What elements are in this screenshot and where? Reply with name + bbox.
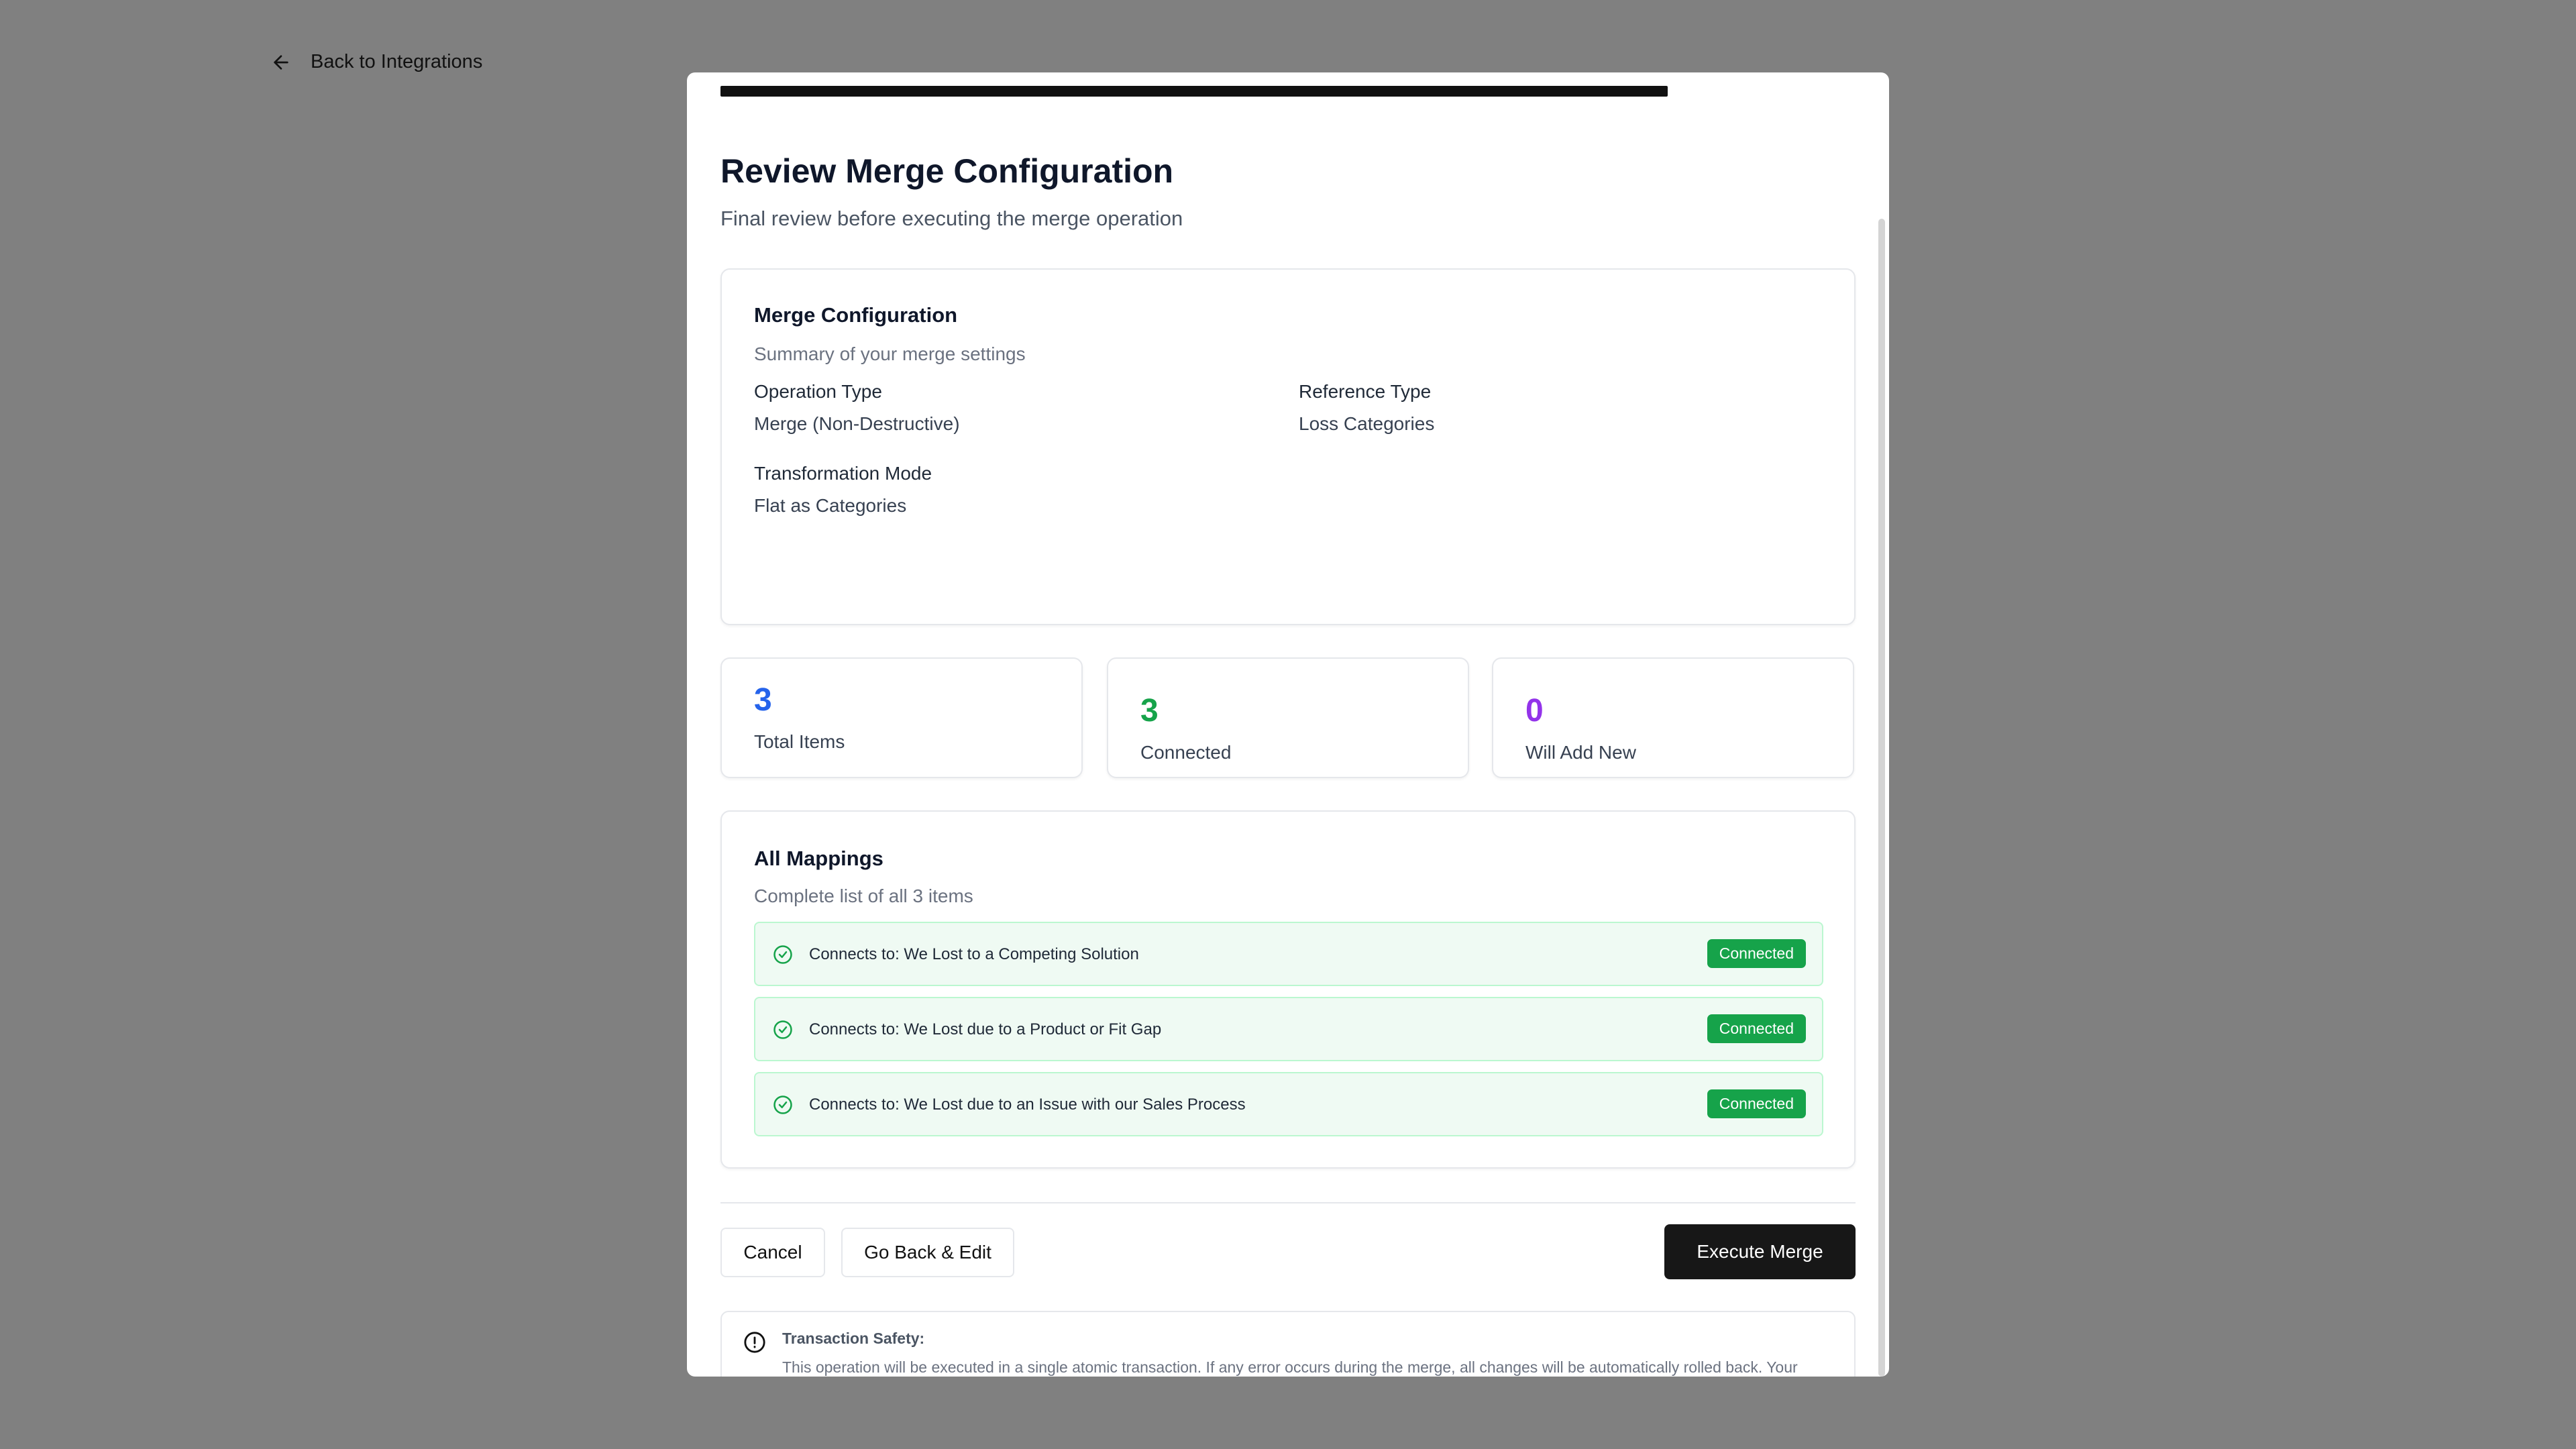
progress-fill [720,86,1668,97]
stat-value: 3 [1140,693,1159,729]
check-circle-icon [773,945,792,964]
stat-value: 0 [1525,693,1544,729]
reference-type-label: Reference Type [1299,381,1432,402]
mapping-row[interactable]: Connects to: We Lost due to a Product or… [754,997,1823,1061]
status-badge: Connected [1707,1014,1806,1043]
operation-type-label: Operation Type [754,381,882,402]
stat-will-add-new: 0 Will Add New [1492,657,1854,778]
stat-total-items: 3 Total Items [720,657,1083,778]
merge-review-modal: Review Merge Configuration Final review … [687,72,1889,1377]
mapping-text: Connects to: We Lost due to an Issue wit… [809,1095,1246,1114]
reference-type-value: Loss Categories [1299,413,1435,434]
merge-configuration-card: Merge Configuration Summary of your merg… [720,268,1856,625]
config-title: Merge Configuration [754,303,958,327]
page-subtitle: Final review before executing the merge … [720,207,1183,230]
stat-value: 3 [754,682,772,718]
execute-merge-button[interactable]: Execute Merge [1664,1224,1856,1279]
config-description: Summary of your merge settings [754,343,1026,364]
alert-circle-icon [744,1332,765,1353]
footer-divider [720,1202,1856,1203]
transformation-mode-label: Transformation Mode [754,463,932,484]
notice-body: This operation will be executed in a sin… [782,1358,1798,1376]
back-link-label: Back to Integrations [311,51,483,72]
back-to-integrations-link[interactable]: Back to Integrations [270,51,482,73]
page-title: Review Merge Configuration [720,152,1174,190]
stat-label: Connected [1140,742,1232,763]
mapping-row[interactable]: Connects to: We Lost due to an Issue wit… [754,1072,1823,1136]
transaction-safety-notice: Transaction Safety: This operation will … [720,1311,1856,1377]
check-circle-icon [773,1020,792,1039]
status-badge: Connected [1707,1089,1806,1118]
stat-connected: 3 Connected [1107,657,1469,778]
cancel-button[interactable]: Cancel [720,1228,825,1277]
progress-bar [720,86,1822,97]
check-circle-icon [773,1095,792,1114]
operation-type-value: Merge (Non-Destructive) [754,413,960,434]
status-badge: Connected [1707,939,1806,968]
modal-scrollbar[interactable] [1878,219,1885,1377]
stat-label: Total Items [754,731,845,752]
mappings-title: All Mappings [754,847,883,870]
arrow-left-icon [274,54,288,70]
mapping-text: Connects to: We Lost to a Competing Solu… [809,945,1139,963]
mapping-row[interactable]: Connects to: We Lost to a Competing Solu… [754,922,1823,986]
all-mappings-card: All Mappings Complete list of all 3 item… [720,810,1856,1169]
mappings-description: Complete list of all 3 items [754,885,973,906]
stat-label: Will Add New [1525,742,1636,763]
notice-title: Transaction Safety: [782,1330,925,1347]
transformation-mode-value: Flat as Categories [754,495,907,516]
mapping-text: Connects to: We Lost due to a Product or… [809,1020,1162,1038]
go-back-edit-button[interactable]: Go Back & Edit [841,1228,1014,1277]
